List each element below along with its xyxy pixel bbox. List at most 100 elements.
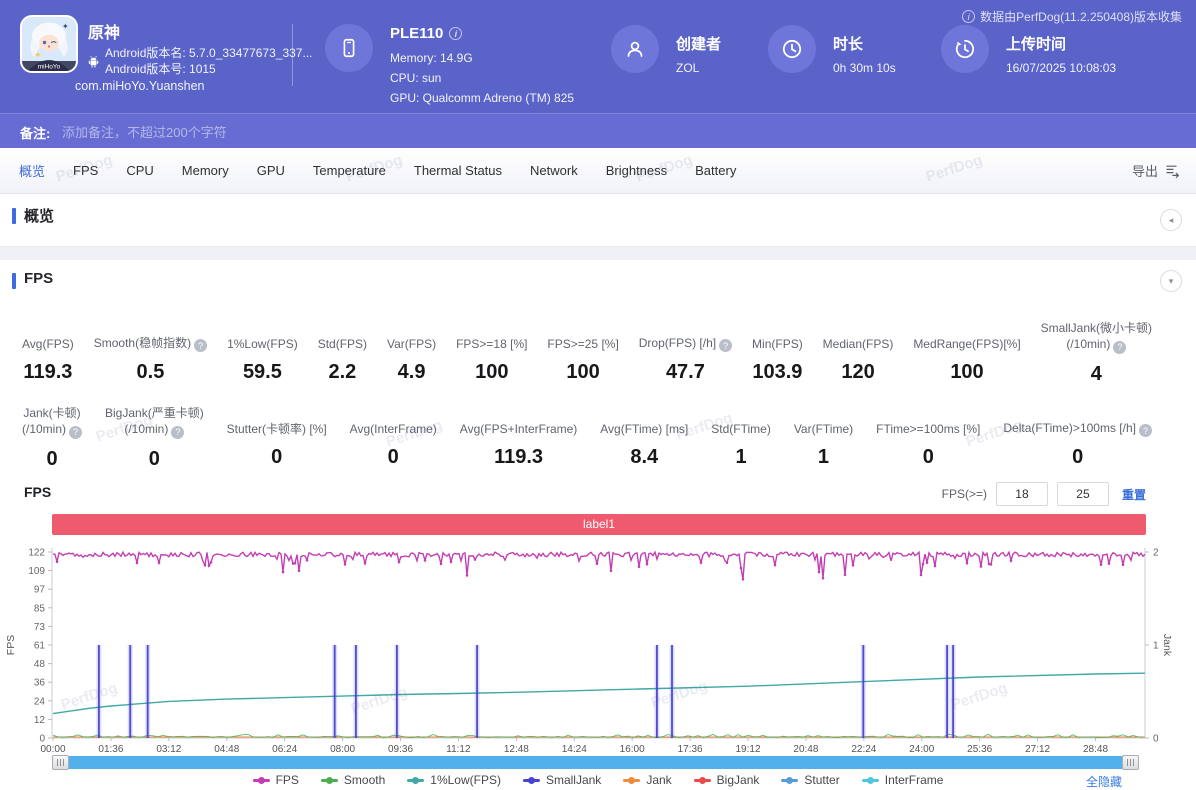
stat-cell: FPS>=25 [%] 100 — [547, 320, 618, 386]
export-button[interactable]: 导出 — [1132, 148, 1180, 193]
svg-text:61: 61 — [34, 641, 46, 652]
legend-item-smooth[interactable]: Smooth — [320, 773, 385, 787]
tab-CPU[interactable]: CPU — [112, 163, 167, 178]
hide-all-link[interactable]: 全隐藏 — [1086, 773, 1122, 790]
svg-text:✦: ✦ — [62, 22, 69, 31]
info-icon — [962, 10, 976, 23]
overview-collapse-button[interactable]: ◂ — [1160, 209, 1182, 231]
app-icon: ✦ ✦ miHoYo — [20, 15, 78, 73]
svg-text:06:24: 06:24 — [272, 744, 297, 754]
help-icon[interactable]: ? — [1113, 340, 1127, 354]
svg-text:36: 36 — [34, 678, 46, 689]
help-icon[interactable]: ? — [69, 425, 83, 439]
stat-label: FPS>=25 [%] — [547, 337, 619, 351]
stat-cell: MedRange(FPS)[%] 100 — [913, 320, 1020, 386]
legend-item-1-low-fps-[interactable]: 1%Low(FPS) — [407, 773, 501, 787]
tab-Memory[interactable]: Memory — [168, 163, 243, 178]
stat-value: 0 — [148, 447, 160, 470]
help-icon[interactable]: ? — [1138, 424, 1152, 437]
fps-collapse-button[interactable]: ▾ — [1160, 270, 1182, 292]
chart-range-scrollbar[interactable] — [52, 755, 1139, 770]
header-divider — [292, 24, 293, 86]
fps-threshold-label: FPS(>=) — [941, 487, 987, 501]
svg-text:17:36: 17:36 — [678, 744, 703, 754]
legend-label: BigJank — [716, 773, 760, 787]
legend-item-stutter[interactable]: Stutter — [781, 773, 840, 787]
legend-item-bigjank[interactable]: BigJank — [693, 773, 760, 787]
tab-Network[interactable]: Network — [516, 163, 592, 178]
tab-Temperature[interactable]: Temperature — [299, 163, 400, 178]
legend-item-jank[interactable]: Jank — [623, 773, 672, 787]
tab-FPS[interactable]: FPS — [59, 163, 112, 178]
chevron-down-icon: ▾ — [1168, 275, 1174, 286]
stat-value: 0 — [922, 446, 934, 468]
svg-text:0: 0 — [1153, 734, 1159, 745]
stat-label: Min(FPS) — [752, 337, 803, 351]
tab-Battery[interactable]: Battery — [681, 163, 750, 178]
device-info-icon[interactable] — [449, 27, 463, 40]
legend-item-interframe[interactable]: InterFrame — [861, 773, 943, 787]
chevron-left-icon: ◂ — [1168, 214, 1174, 225]
stat-value: 47.7 — [665, 361, 705, 383]
stat-label: FTime>=100ms [%] — [876, 422, 981, 436]
svg-text:08:00: 08:00 — [330, 744, 355, 754]
tab-GPU[interactable]: GPU — [243, 163, 299, 178]
help-icon[interactable]: ? — [194, 339, 208, 352]
fps-threshold-input-2[interactable] — [1056, 482, 1109, 506]
stat-label: Avg(InterFrame) — [349, 422, 437, 436]
svg-text:FPS: FPS — [5, 635, 17, 655]
creator-value: ZOL — [676, 61, 700, 75]
stat-cell: Drop(FPS) [/h]? 47.7 — [639, 320, 733, 386]
scrollbar-right-handle[interactable] — [1122, 755, 1139, 770]
stat-label: Std(FPS) — [317, 337, 368, 351]
svg-text:00:00: 00:00 — [40, 744, 65, 754]
stat-label: Smooth(稳帧指数)? — [94, 320, 208, 352]
stat-label: Var(FTime) — [793, 422, 854, 436]
reset-button[interactable]: 重置 — [1122, 486, 1146, 503]
scrollbar-left-handle[interactable] — [52, 755, 69, 770]
stat-cell: Median(FPS) 120 — [823, 320, 894, 386]
legend-item-smalljank[interactable]: SmallJank — [522, 773, 601, 787]
note-input[interactable] — [60, 120, 924, 144]
legend-marker — [623, 776, 641, 784]
chart-label-banner: label1 — [52, 514, 1146, 535]
section-gap — [0, 247, 1196, 260]
svg-text:24:00: 24:00 — [909, 744, 934, 754]
upload-time-icon-circle — [941, 25, 989, 73]
stat-cell: Stutter(卡顿率) [%] 0 — [227, 405, 327, 471]
legend-item-fps[interactable]: FPS — [252, 773, 299, 787]
app-icon-art: ✦ ✦ miHoYo — [22, 17, 76, 71]
legend-marker — [693, 776, 711, 784]
tab-Brightness[interactable]: Brightness — [592, 163, 681, 178]
stat-label: Var(FPS) — [387, 337, 437, 351]
help-icon[interactable]: ? — [719, 339, 733, 352]
stat-label: Drop(FPS) [/h]? — [639, 320, 733, 352]
stat-value: 1 — [817, 446, 830, 468]
stat-value: 1 — [735, 446, 747, 468]
svg-text:27:12: 27:12 — [1025, 744, 1050, 754]
stat-cell: Avg(FPS) 119.3 — [22, 320, 74, 386]
fps-threshold-input-1[interactable] — [995, 482, 1048, 506]
svg-text:03:12: 03:12 — [156, 744, 181, 754]
svg-text:2: 2 — [1153, 548, 1159, 559]
android-icon — [88, 55, 99, 68]
stat-value: 103.9 — [752, 361, 803, 383]
tab-Thermal Status[interactable]: Thermal Status — [400, 163, 516, 178]
svg-text:01:36: 01:36 — [98, 744, 123, 754]
stat-label: MedRange(FPS)[%] — [913, 337, 1021, 351]
upload-time-label: 上传时间 — [1006, 36, 1067, 53]
device-icon-circle — [325, 24, 373, 72]
stat-value: 2.2 — [328, 361, 357, 383]
tab-概览[interactable]: 概览 — [5, 161, 59, 180]
stat-cell: FPS>=18 [%] 100 — [456, 320, 527, 386]
svg-text:✦: ✦ — [34, 50, 42, 60]
stat-cell: Std(FPS) 2.2 — [318, 320, 367, 386]
duration-value: 0h 30m 10s — [833, 61, 896, 75]
legend-label: Stutter — [804, 773, 840, 787]
stat-cell: SmallJank(微小卡顿) (/10min)? 4 — [1041, 320, 1152, 386]
fps-chart-plot[interactable]: 0122436486173859710912201200:00 01:36 03:1… — [0, 540, 1196, 755]
svg-text:14:24: 14:24 — [562, 744, 587, 754]
help-icon[interactable]: ? — [171, 425, 185, 439]
history-icon — [955, 39, 974, 59]
svg-text:85: 85 — [34, 603, 46, 614]
